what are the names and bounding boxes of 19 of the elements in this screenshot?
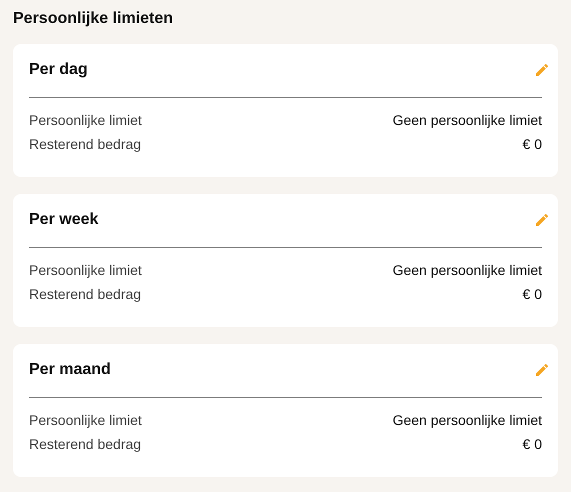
row-value: Geen persoonlijke limiet [392, 412, 542, 429]
row-value: Geen persoonlijke limiet [392, 112, 542, 129]
card-heading: Per week [29, 210, 98, 230]
row-value: € 0 [522, 436, 542, 453]
row-value: € 0 [522, 286, 542, 303]
row-label: Persoonlijke limiet [29, 412, 142, 429]
section-title: Persoonlijke limieten [13, 9, 174, 29]
edit-icon[interactable] [534, 62, 550, 78]
edit-icon[interactable] [534, 212, 550, 228]
row-label: Persoonlijke limiet [29, 112, 142, 129]
card-heading: Per dag [29, 60, 88, 80]
row-value: Geen persoonlijke limiet [392, 262, 542, 279]
row-value: € 0 [522, 136, 542, 153]
row-label: Resterend bedrag [29, 136, 142, 153]
row-label: Persoonlijke limiet [29, 262, 142, 279]
card-heading: Per maand [29, 360, 111, 380]
edit-icon[interactable] [534, 362, 550, 378]
row-label: Resterend bedrag [29, 436, 142, 453]
row-label: Resterend bedrag [29, 286, 142, 303]
